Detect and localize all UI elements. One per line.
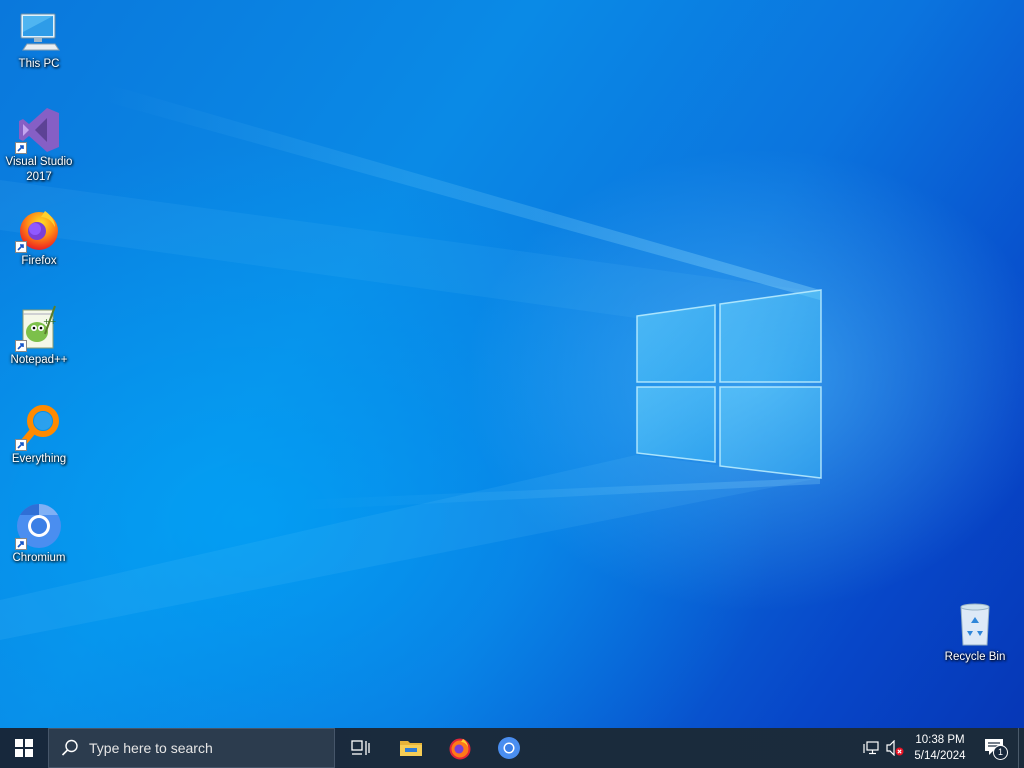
task-view-icon (351, 740, 370, 755)
clock[interactable]: 10:38 PM 5/14/2024 (908, 728, 972, 768)
taskbar-file-explorer[interactable] (387, 728, 435, 768)
file-explorer-icon (400, 741, 422, 756)
desktop-icon-label: Notepad++ (10, 354, 68, 366)
wallpaper-windows-logo (0, 85, 822, 640)
desktop-icon-recycle-bin[interactable]: Recycle Bin (937, 601, 1013, 665)
taskbar-firefox[interactable] (436, 728, 484, 768)
desktop-icon-label: This PC (18, 58, 60, 70)
desktop[interactable]: This PC Visual Studio 2017 Firefox Notep… (0, 0, 1024, 728)
monitor-icon (15, 8, 63, 56)
desktop-icon-this-pc[interactable]: This PC (1, 8, 77, 72)
desktop-icon-everything[interactable]: Everything (1, 403, 77, 467)
everything-search-icon (15, 403, 63, 451)
desktop-icon-firefox[interactable]: Firefox (1, 205, 77, 269)
shortcut-arrow-icon (15, 538, 27, 550)
search-icon (61, 739, 78, 756)
chromium-icon (15, 502, 63, 550)
chromium-icon (498, 737, 520, 759)
network-icon (863, 741, 879, 755)
network-tray-button[interactable] (860, 728, 882, 768)
shortcut-arrow-icon (15, 241, 27, 253)
desktop-icon-visual-studio-2017[interactable]: Visual Studio 2017 (1, 106, 77, 185)
desktop-icon-label: Chromium (12, 552, 66, 564)
task-view-button[interactable] (338, 728, 384, 768)
notepad-plus-plus-icon: ++ (15, 304, 63, 352)
desktop-icon-label: Visual Studio 2017 (5, 156, 73, 183)
desktop-icon-chromium[interactable]: Chromium (1, 502, 77, 566)
volume-muted-icon (886, 740, 904, 756)
clock-time: 10:38 PM (915, 734, 965, 746)
search-placeholder: Type here to search (89, 740, 213, 756)
volume-tray-button[interactable] (884, 728, 906, 768)
desktop-icon-label: Everything (11, 453, 67, 465)
clock-date: 5/14/2024 (914, 750, 966, 762)
action-center-button[interactable]: 1 (976, 728, 1014, 768)
search-box[interactable]: Type here to search (48, 728, 335, 768)
taskbar: Type here to search 10:38 PM 5/14/2024 1 (0, 728, 1024, 768)
taskbar-chromium[interactable] (485, 728, 533, 768)
show-desktop-button[interactable] (1018, 728, 1024, 768)
shortcut-arrow-icon (15, 340, 27, 352)
firefox-icon (449, 738, 471, 760)
desktop-icon-notepad-plus-plus[interactable]: ++ Notepad++ (1, 304, 77, 368)
recycle-bin-icon (951, 601, 999, 649)
notification-count: 1 (997, 747, 1003, 757)
start-button[interactable] (0, 728, 48, 768)
notification-count-badge: 1 (993, 745, 1008, 760)
shortcut-arrow-icon (15, 439, 27, 451)
shortcut-arrow-icon (15, 142, 27, 154)
visual-studio-icon (15, 106, 63, 154)
desktop-icon-label: Recycle Bin (944, 651, 1006, 663)
windows-logo-icon (15, 739, 33, 757)
firefox-icon (15, 205, 63, 253)
desktop-icon-label: Firefox (21, 255, 57, 267)
